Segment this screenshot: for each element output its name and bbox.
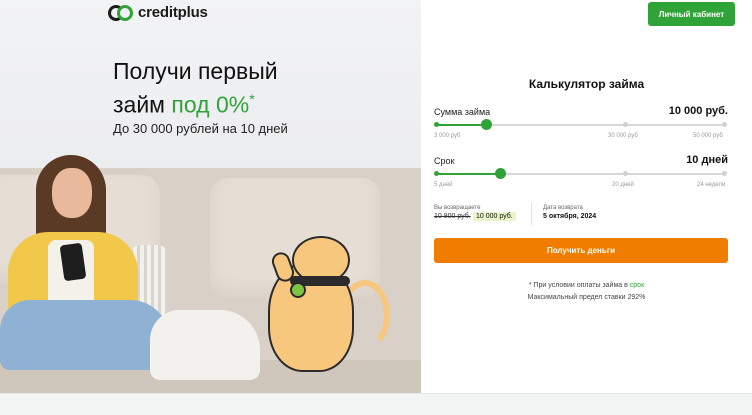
logo[interactable]: creditplus	[108, 4, 208, 21]
terms-link[interactable]: срок	[630, 282, 644, 289]
calculator-panel	[421, 0, 752, 393]
return-amount-label: Вы возвращаете	[434, 205, 481, 211]
amount-tick-min: 3 000 руб	[434, 133, 461, 139]
amount-slider-stop	[623, 122, 628, 127]
terms-note: * При условии оплаты займа в срок	[421, 282, 752, 289]
amount-tick-max: 50 000 руб	[693, 133, 723, 139]
amount-slider-handle[interactable]	[481, 119, 492, 130]
amount-slider-stop	[722, 122, 727, 127]
woman-face	[52, 168, 92, 218]
term-slider-stop	[434, 171, 439, 176]
page-title: Получи первый займ под 0%*	[113, 57, 278, 119]
headline-line1: Получи первый	[113, 58, 278, 84]
return-date-value: 5 октября, 2024	[543, 213, 597, 220]
logo-icon	[108, 4, 134, 21]
hero-subtitle: До 30 000 рублей на 10 дней	[113, 121, 288, 136]
amount-value: 10 000 руб.	[668, 105, 728, 117]
personal-account-button[interactable]: Личный кабинет	[648, 2, 735, 26]
term-tick-mid: 20 дней	[612, 182, 634, 188]
max-rate-note: Максимальный предел ставки 292%	[527, 294, 646, 301]
term-value: 10 дней	[686, 154, 728, 166]
headline-line2-prefix: займ	[113, 91, 172, 118]
summary-divider	[531, 203, 532, 225]
headline-accent: под 0%	[171, 91, 250, 118]
term-slider-fill	[436, 173, 500, 175]
calculator-title: Калькулятор займа	[528, 77, 645, 91]
logo-text: creditplus	[138, 4, 208, 21]
terms-note-text: * При условии оплаты займа в	[528, 282, 630, 289]
return-date-label: Дата возврата	[543, 205, 583, 211]
term-slider-stop	[722, 171, 727, 176]
amount-tick-mid: 30 000 руб	[608, 133, 638, 139]
term-tick-max: 24 недели	[697, 182, 726, 188]
term-slider-stop	[623, 171, 628, 176]
discounted-amount: 10 000 руб.	[473, 212, 516, 221]
woman-jeans	[0, 300, 170, 370]
term-tick-min: 5 дней	[434, 182, 453, 188]
blanket	[150, 310, 260, 380]
term-slider-handle[interactable]	[495, 168, 506, 179]
term-label: Срок	[434, 156, 455, 166]
amount-slider-fill	[436, 124, 486, 126]
amount-slider-stop	[434, 122, 439, 127]
headline-footnote-mark: *	[249, 91, 255, 107]
old-amount: 10 800 руб.	[434, 213, 471, 220]
get-money-button[interactable]: Получить деньги	[434, 238, 728, 263]
cat-tag-icon	[290, 282, 306, 298]
footer-strip	[0, 393, 752, 415]
amount-label: Сумма займа	[434, 107, 491, 117]
